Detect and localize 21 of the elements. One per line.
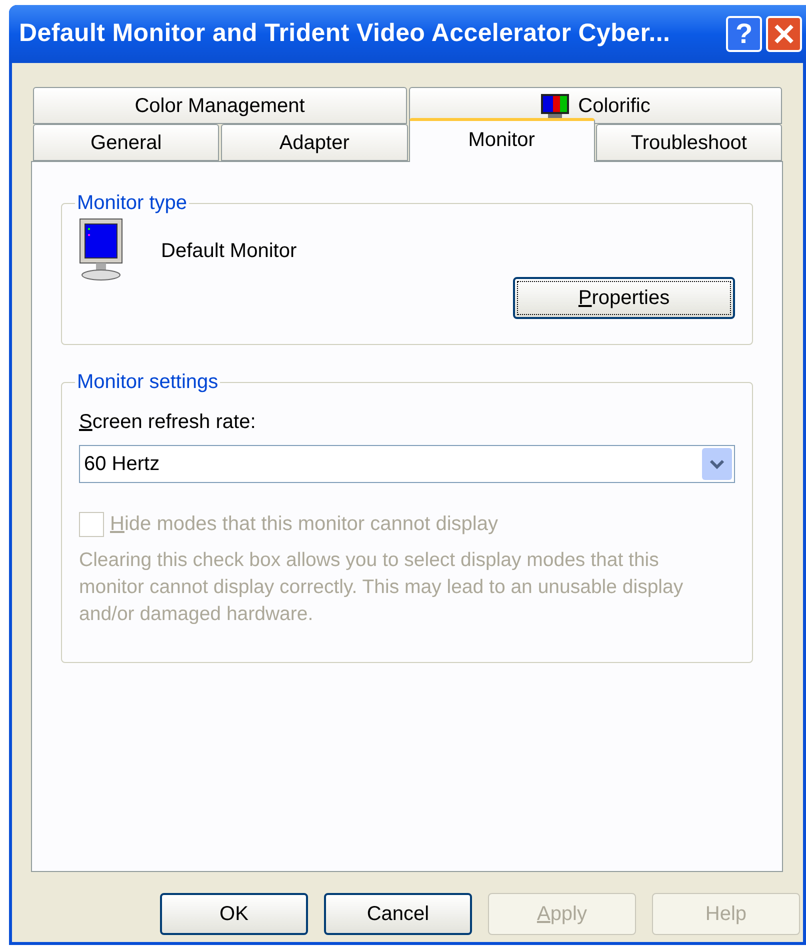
group-label: Monitor settings	[76, 370, 220, 395]
checkbox-label: Hide modes that this monitor cannot display	[110, 512, 498, 537]
tab[interactable]: Troubleshoot	[596, 124, 782, 161]
properties-button[interactable]: Properties	[513, 277, 735, 319]
dialog-button[interactable]: OK	[160, 893, 308, 935]
tab[interactable]: Color Management	[33, 87, 406, 124]
help-button[interactable]: ?	[726, 16, 762, 52]
tab[interactable]: Colorific	[408, 87, 782, 124]
close-button[interactable]	[766, 16, 802, 52]
dialog-button[interactable]: Cancel	[324, 893, 472, 935]
close-icon	[772, 22, 796, 46]
warning-text: Clearing this check box allows you to select display modes that this monitor cannot display correctly. This may lead to an unusable display and/or damaged hardware.	[79, 548, 684, 627]
monitor-icon	[79, 218, 125, 282]
tab[interactable]: Monitor	[408, 118, 595, 162]
field-label: Screen refresh rate:	[79, 410, 257, 435]
group-label: Monitor type	[76, 191, 188, 216]
monitor-name: Default Monitor	[161, 239, 297, 264]
window-title: Default Monitor and Trident Video Accelerator Cyber...	[19, 18, 672, 50]
refresh-rate-dropdown[interactable]: 60 Hertz	[79, 445, 735, 483]
tab[interactable]: General	[33, 124, 220, 161]
tab[interactable]: Adapter	[221, 124, 408, 161]
